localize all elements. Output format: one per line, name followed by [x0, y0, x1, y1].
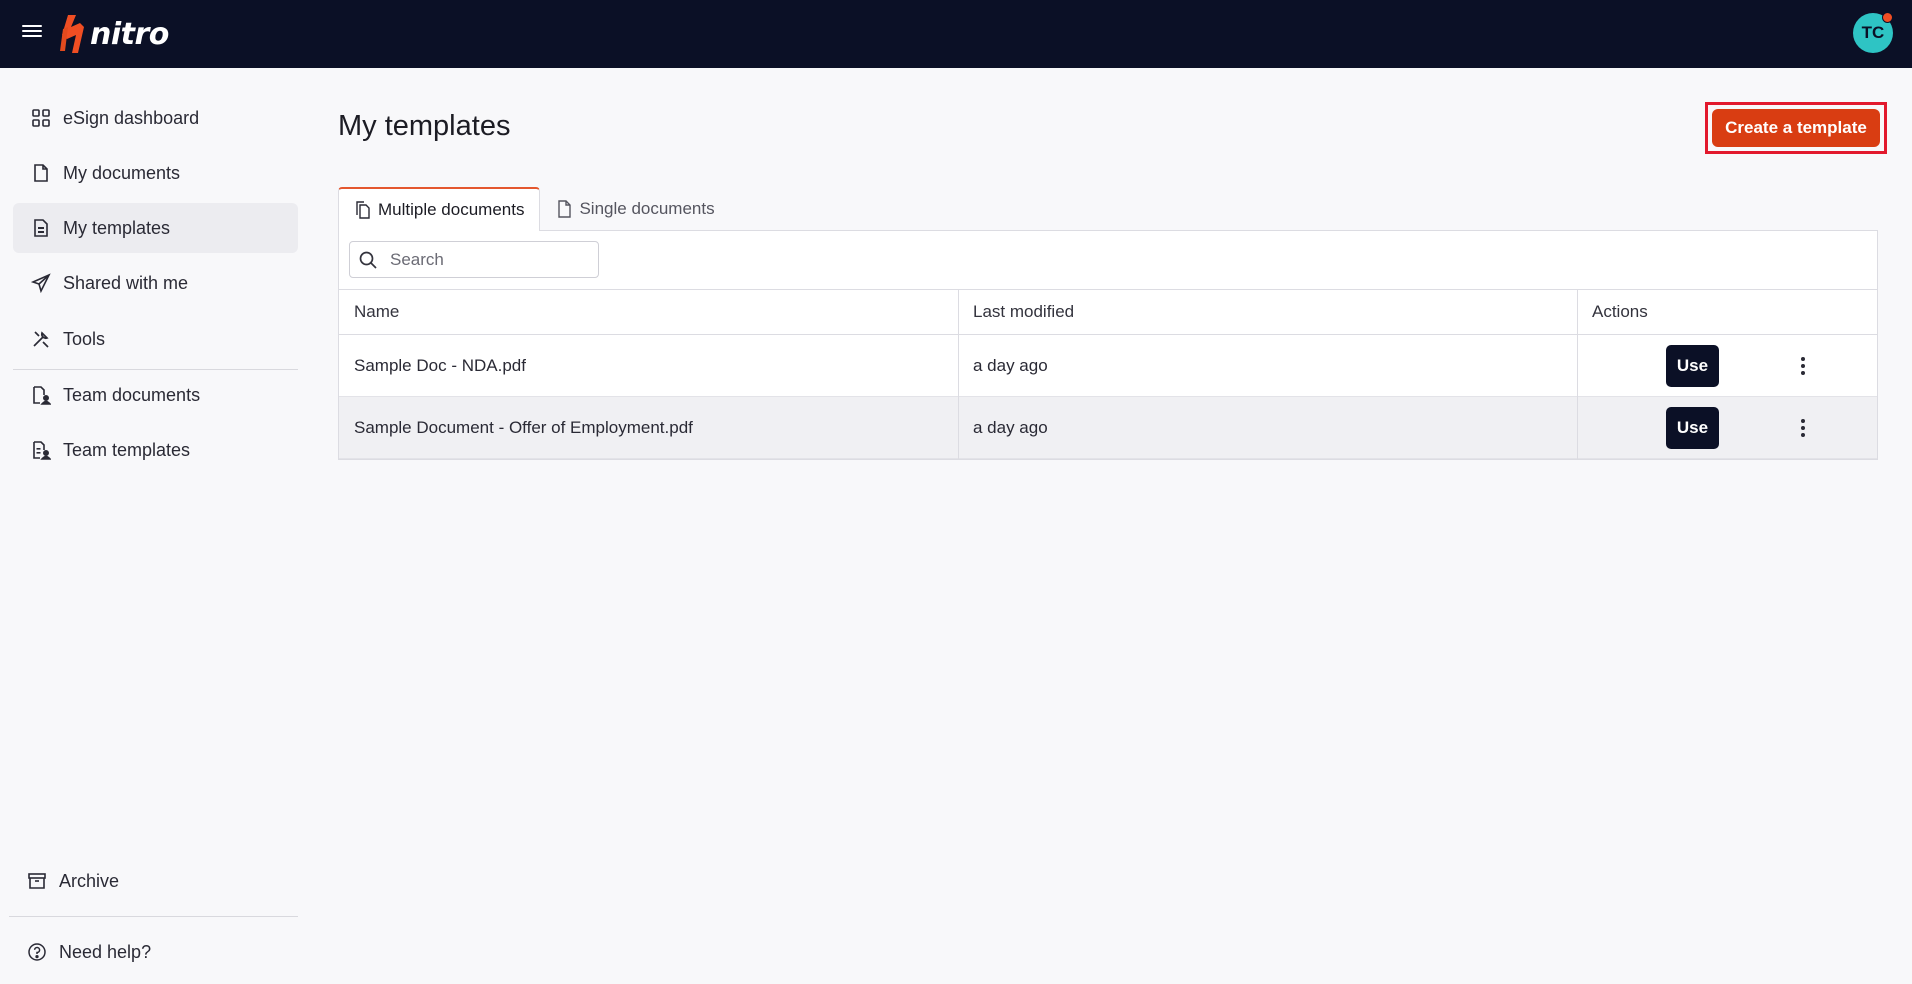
use-template-button[interactable]: Use	[1666, 345, 1719, 387]
create-template-button[interactable]: Create a template	[1712, 109, 1880, 147]
paper-plane-icon	[31, 273, 51, 293]
document-icon	[558, 200, 572, 218]
template-icon	[34, 219, 48, 237]
sidebar-item-label: Shared with me	[63, 272, 189, 293]
template-name: Sample Doc - NDA.pdf	[354, 355, 526, 375]
sidebar-item-team-documents[interactable]: Team documents	[13, 370, 298, 420]
sidebar-item-esign-dashboard[interactable]: eSign dashboard	[13, 93, 298, 143]
documents-icon	[356, 201, 370, 219]
sidebar: eSign dashboard My documents My template…	[0, 68, 298, 984]
logo-text: nitro	[90, 16, 169, 52]
help-icon	[28, 943, 46, 961]
tab-single-documents[interactable]: Single documents	[540, 187, 729, 231]
archive-icon	[28, 873, 46, 889]
search-icon	[359, 251, 377, 269]
sidebar-item-my-documents[interactable]: My documents	[13, 148, 298, 198]
page-title: My templates	[338, 110, 511, 142]
template-tabs: Multiple documents Single documents	[338, 187, 730, 231]
sidebar-item-shared-with-me[interactable]: Shared with me	[13, 258, 298, 308]
sidebar-item-label: Tools	[63, 328, 106, 349]
sidebar-item-label: My templates	[63, 217, 171, 238]
sidebar-item-label: eSign dashboard	[63, 107, 200, 128]
table-row[interactable]: Sample Document - Offer of Employment.pd…	[339, 397, 1877, 459]
nitro-logo-icon	[60, 15, 84, 53]
search-box[interactable]	[349, 241, 599, 278]
last-modified: a day ago	[973, 417, 1048, 437]
sidebar-item-tools[interactable]: Tools	[13, 314, 298, 364]
last-modified: a day ago	[973, 355, 1048, 375]
nitro-logo[interactable]: nitro	[58, 12, 169, 56]
column-header-name[interactable]: Name	[354, 290, 399, 334]
sidebar-item-archive[interactable]: Archive	[9, 856, 294, 906]
column-divider	[958, 289, 959, 460]
sidebar-item-team-templates[interactable]: Team templates	[13, 425, 298, 475]
use-template-button[interactable]: Use	[1666, 407, 1719, 449]
more-options-icon[interactable]	[1793, 413, 1813, 443]
table-row[interactable]: Sample Doc - NDA.pdf a day ago Use	[339, 335, 1877, 397]
tab-multiple-documents[interactable]: Multiple documents	[338, 187, 541, 231]
search-input[interactable]	[390, 249, 590, 270]
team-template-icon	[33, 441, 51, 460]
column-header-last-modified[interactable]: Last modified	[973, 290, 1074, 334]
table-header: Name Last modified Actions	[339, 289, 1877, 335]
tab-label: Multiple documents	[378, 200, 525, 219]
tools-icon	[33, 331, 49, 348]
more-options-icon[interactable]	[1793, 351, 1813, 381]
sidebar-item-help[interactable]: Need help?	[9, 927, 294, 977]
template-name: Sample Document - Offer of Employment.pd…	[354, 417, 693, 437]
sidebar-item-label: My documents	[63, 162, 181, 183]
column-header-actions: Actions	[1592, 302, 1648, 321]
archive-label: Archive	[59, 870, 120, 891]
column-divider	[1577, 289, 1578, 460]
tab-label: Single documents	[579, 199, 715, 218]
help-label: Need help?	[59, 941, 152, 962]
sidebar-item-my-templates[interactable]: My templates	[13, 203, 298, 253]
document-icon	[34, 164, 48, 182]
sidebar-item-label: Team documents	[63, 384, 201, 405]
top-bar: nitro TC	[0, 0, 1912, 68]
team-document-icon	[33, 386, 51, 405]
notification-dot	[1882, 12, 1893, 23]
sidebar-item-label: Team templates	[63, 439, 191, 460]
hamburger-icon[interactable]	[22, 22, 42, 42]
grid-icon	[32, 109, 50, 127]
sidebar-divider	[9, 916, 298, 917]
create-template-highlight: Create a template	[1705, 102, 1887, 154]
templates-panel: Name Last modified Actions Sample Doc - …	[338, 230, 1878, 460]
